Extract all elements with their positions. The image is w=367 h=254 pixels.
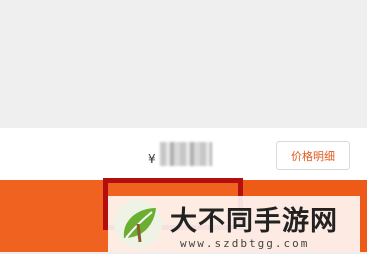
currency-symbol: ¥ — [148, 152, 156, 166]
leaf-logo-icon — [112, 198, 164, 250]
content-area — [0, 0, 367, 128]
watermark-title: 大不同手游网 — [170, 206, 338, 237]
price-value-redacted — [160, 142, 212, 166]
price-detail-button[interactable]: 价格明细 — [276, 141, 350, 170]
watermark-url: www.szdbtgg.com — [180, 237, 310, 250]
